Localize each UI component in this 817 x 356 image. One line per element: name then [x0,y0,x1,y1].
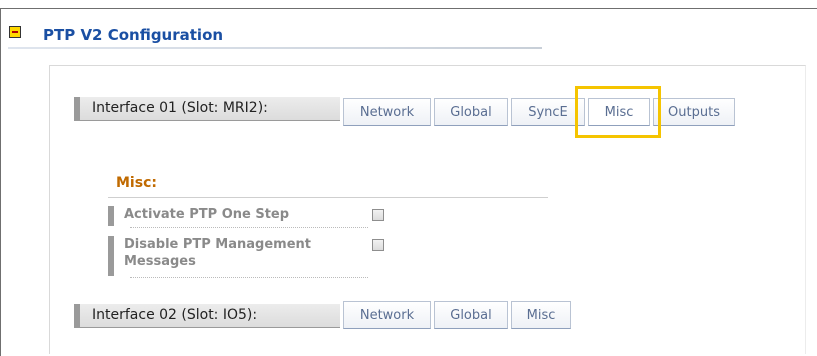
frame-top-border [0,8,817,9]
collapse-minus-icon[interactable] [9,26,21,38]
frame-left-border [0,8,1,356]
checkbox-disable-ptp-management[interactable] [372,239,384,251]
misc-heading: Misc: [116,175,157,191]
option-activate-ptp-one-step-label: Activate PTP One Step [124,207,290,222]
tab-iface01-outputs[interactable]: Outputs [653,98,735,126]
tab-iface02-network[interactable]: Network [343,301,431,329]
tab-iface01-synce[interactable]: SyncE [511,98,585,126]
interface-01-label: Interface 01 (Slot: MRI2): [74,97,340,121]
section-underline [8,47,542,49]
option-disable-ptp-management: Disable PTP Management Messages [108,236,368,278]
section-header: PTP V2 Configuration [8,20,542,50]
tab-iface02-global[interactable]: Global [434,301,508,329]
tab-iface01-global[interactable]: Global [434,98,508,126]
option-disable-ptp-management-label-line1: Disable PTP Management [124,237,312,252]
interface-02-label: Interface 02 (Slot: IO5): [74,304,340,328]
tab-iface01-network[interactable]: Network [343,98,431,126]
option-activate-ptp-one-step: Activate PTP One Step [108,206,368,228]
section-title: PTP V2 Configuration [43,26,224,44]
tab-iface02-misc[interactable]: Misc [511,301,571,329]
option-disable-ptp-management-label-line2: Messages [124,254,196,269]
misc-tab-highlight [575,86,661,138]
misc-divider [108,197,548,198]
checkbox-activate-ptp-one-step[interactable] [372,209,384,221]
